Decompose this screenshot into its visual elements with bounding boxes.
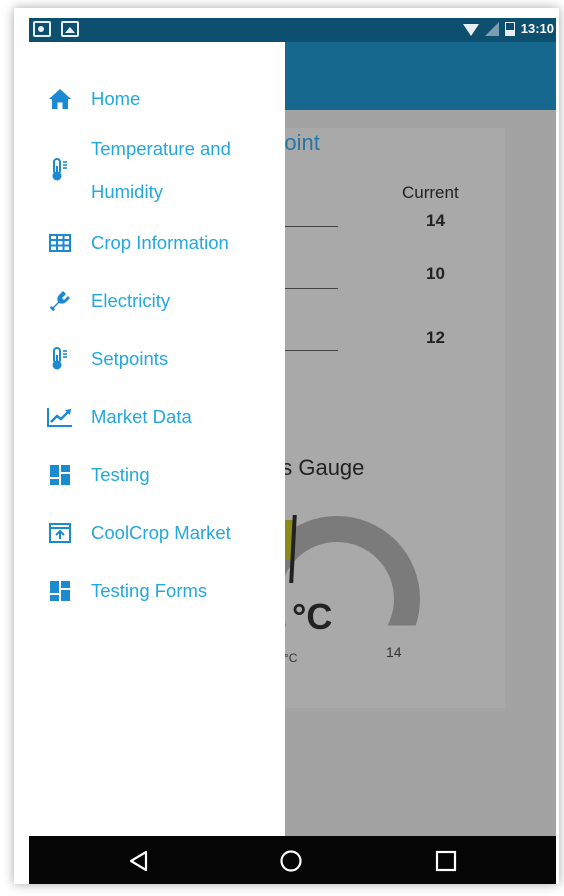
home-circle-icon [280, 850, 302, 872]
home-icon [47, 87, 73, 111]
nav-item-label: CoolCrop Market [91, 522, 231, 543]
battery-icon [504, 21, 515, 36]
current-column-header: Current [402, 183, 459, 202]
nav-item-label: Home [91, 88, 141, 109]
recents-button[interactable] [433, 848, 459, 874]
navigation-drawer: Home Temperature and Humidity Crop Infor… [29, 42, 285, 836]
dashboard-icon [47, 579, 73, 603]
nav-item-label: Testing Forms [91, 580, 208, 601]
nav-item-testing[interactable]: Testing [29, 453, 285, 496]
nav-item-home[interactable]: Home [29, 77, 285, 120]
nav-item-label: Testing [91, 464, 150, 485]
thermometer-icon [47, 158, 73, 182]
trending-up-icon [47, 405, 73, 429]
nav-item-label: Electricity [91, 290, 171, 311]
nav-item-temperature-humidity[interactable]: Temperature and Humidity [29, 127, 285, 213]
system-navigation-bar [29, 836, 556, 884]
home-button[interactable] [278, 848, 304, 874]
nav-item-coolcrop-market[interactable]: CoolCrop Market [29, 511, 285, 554]
back-button[interactable] [126, 848, 152, 874]
current-value: 14 [426, 211, 445, 230]
nav-item-electricity[interactable]: Electricity [29, 279, 285, 322]
upload-box-icon [47, 521, 73, 545]
nav-item-label: Market Data [91, 406, 192, 427]
thermometer-icon [47, 346, 73, 371]
plug-icon [47, 289, 73, 313]
gauge-max-label: 14 [386, 644, 402, 660]
current-value: 10 [426, 264, 445, 283]
wifi-icon [462, 23, 479, 36]
nav-item-label: Setpoints [91, 348, 169, 369]
nav-item-market-data[interactable]: Market Data [29, 395, 285, 438]
notification-icons [33, 21, 79, 37]
table-icon [47, 231, 73, 255]
image-notification-icon [61, 21, 79, 37]
nav-item-label-line1: Temperature and [91, 138, 231, 159]
message-notification-icon [33, 21, 51, 37]
setpoint-input-underline [284, 288, 338, 289]
nav-item-label-line2: Humidity [91, 181, 163, 202]
setpoint-input-underline [284, 350, 338, 351]
status-time: 13:10 [520, 21, 554, 36]
device-screen: 13:10 tpoint Current 14 10 12 gs Gauge 2… [29, 18, 556, 884]
signal-icon [484, 21, 499, 36]
nav-item-testing-forms[interactable]: Testing Forms [29, 569, 285, 612]
setpoint-input-underline [284, 226, 338, 227]
back-triangle-icon [129, 850, 148, 872]
dashboard-icon [47, 463, 73, 487]
recents-square-icon [435, 850, 457, 872]
nav-item-setpoints[interactable]: Setpoints [29, 337, 285, 380]
gauge-unit: °C [284, 651, 298, 665]
status-bar: 13:10 [29, 18, 556, 42]
system-indicators: 13:10 [462, 21, 554, 36]
nav-item-label: Crop Information [91, 232, 229, 253]
current-value: 12 [426, 328, 445, 347]
nav-item-crop-information[interactable]: Crop Information [29, 221, 285, 264]
